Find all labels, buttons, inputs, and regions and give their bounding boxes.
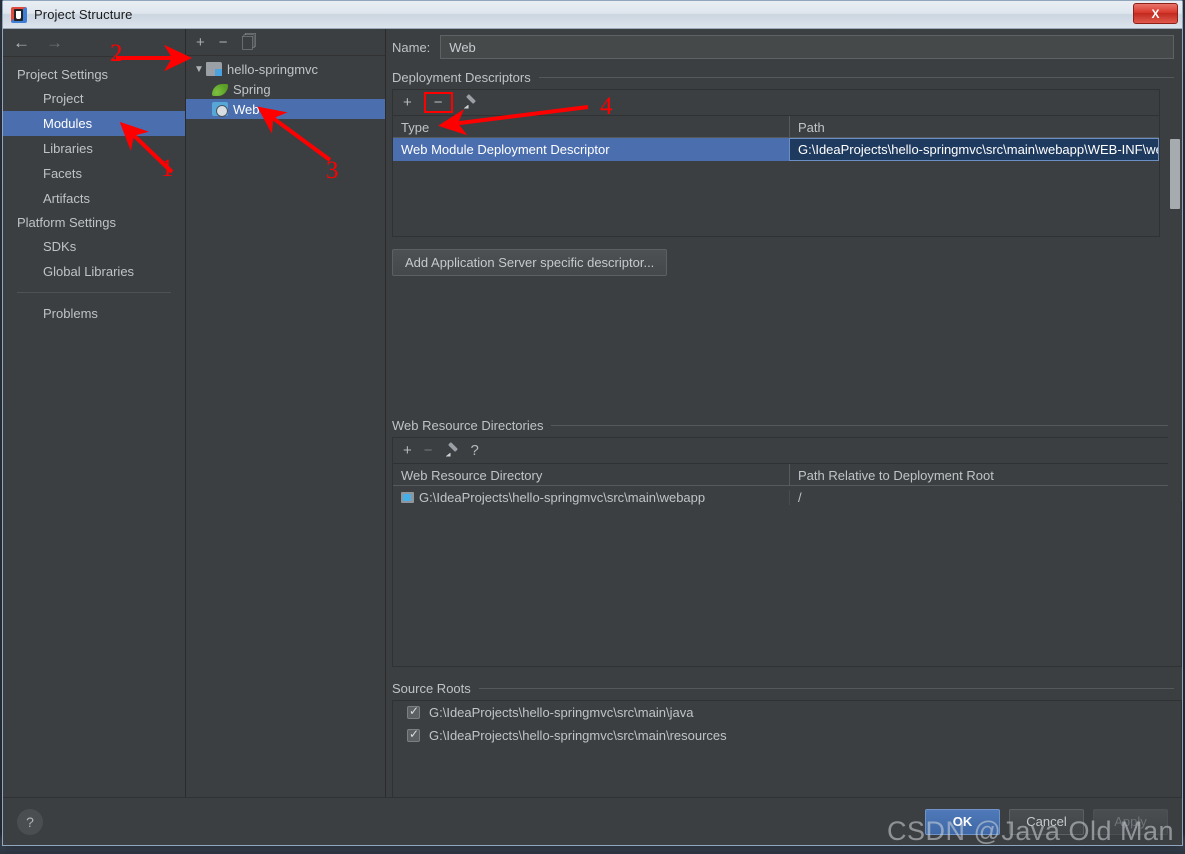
annotation-overlay (116, 44, 589, 174)
annotation-arrow-4 (438, 105, 589, 136)
annotation-number-4: 4 (600, 93, 613, 120)
annotation-number-2: 2 (110, 40, 123, 67)
annotation-number-1: 1 (161, 155, 174, 182)
annotation-arrow-3 (257, 106, 332, 162)
annotation-number-3: 3 (326, 157, 339, 184)
